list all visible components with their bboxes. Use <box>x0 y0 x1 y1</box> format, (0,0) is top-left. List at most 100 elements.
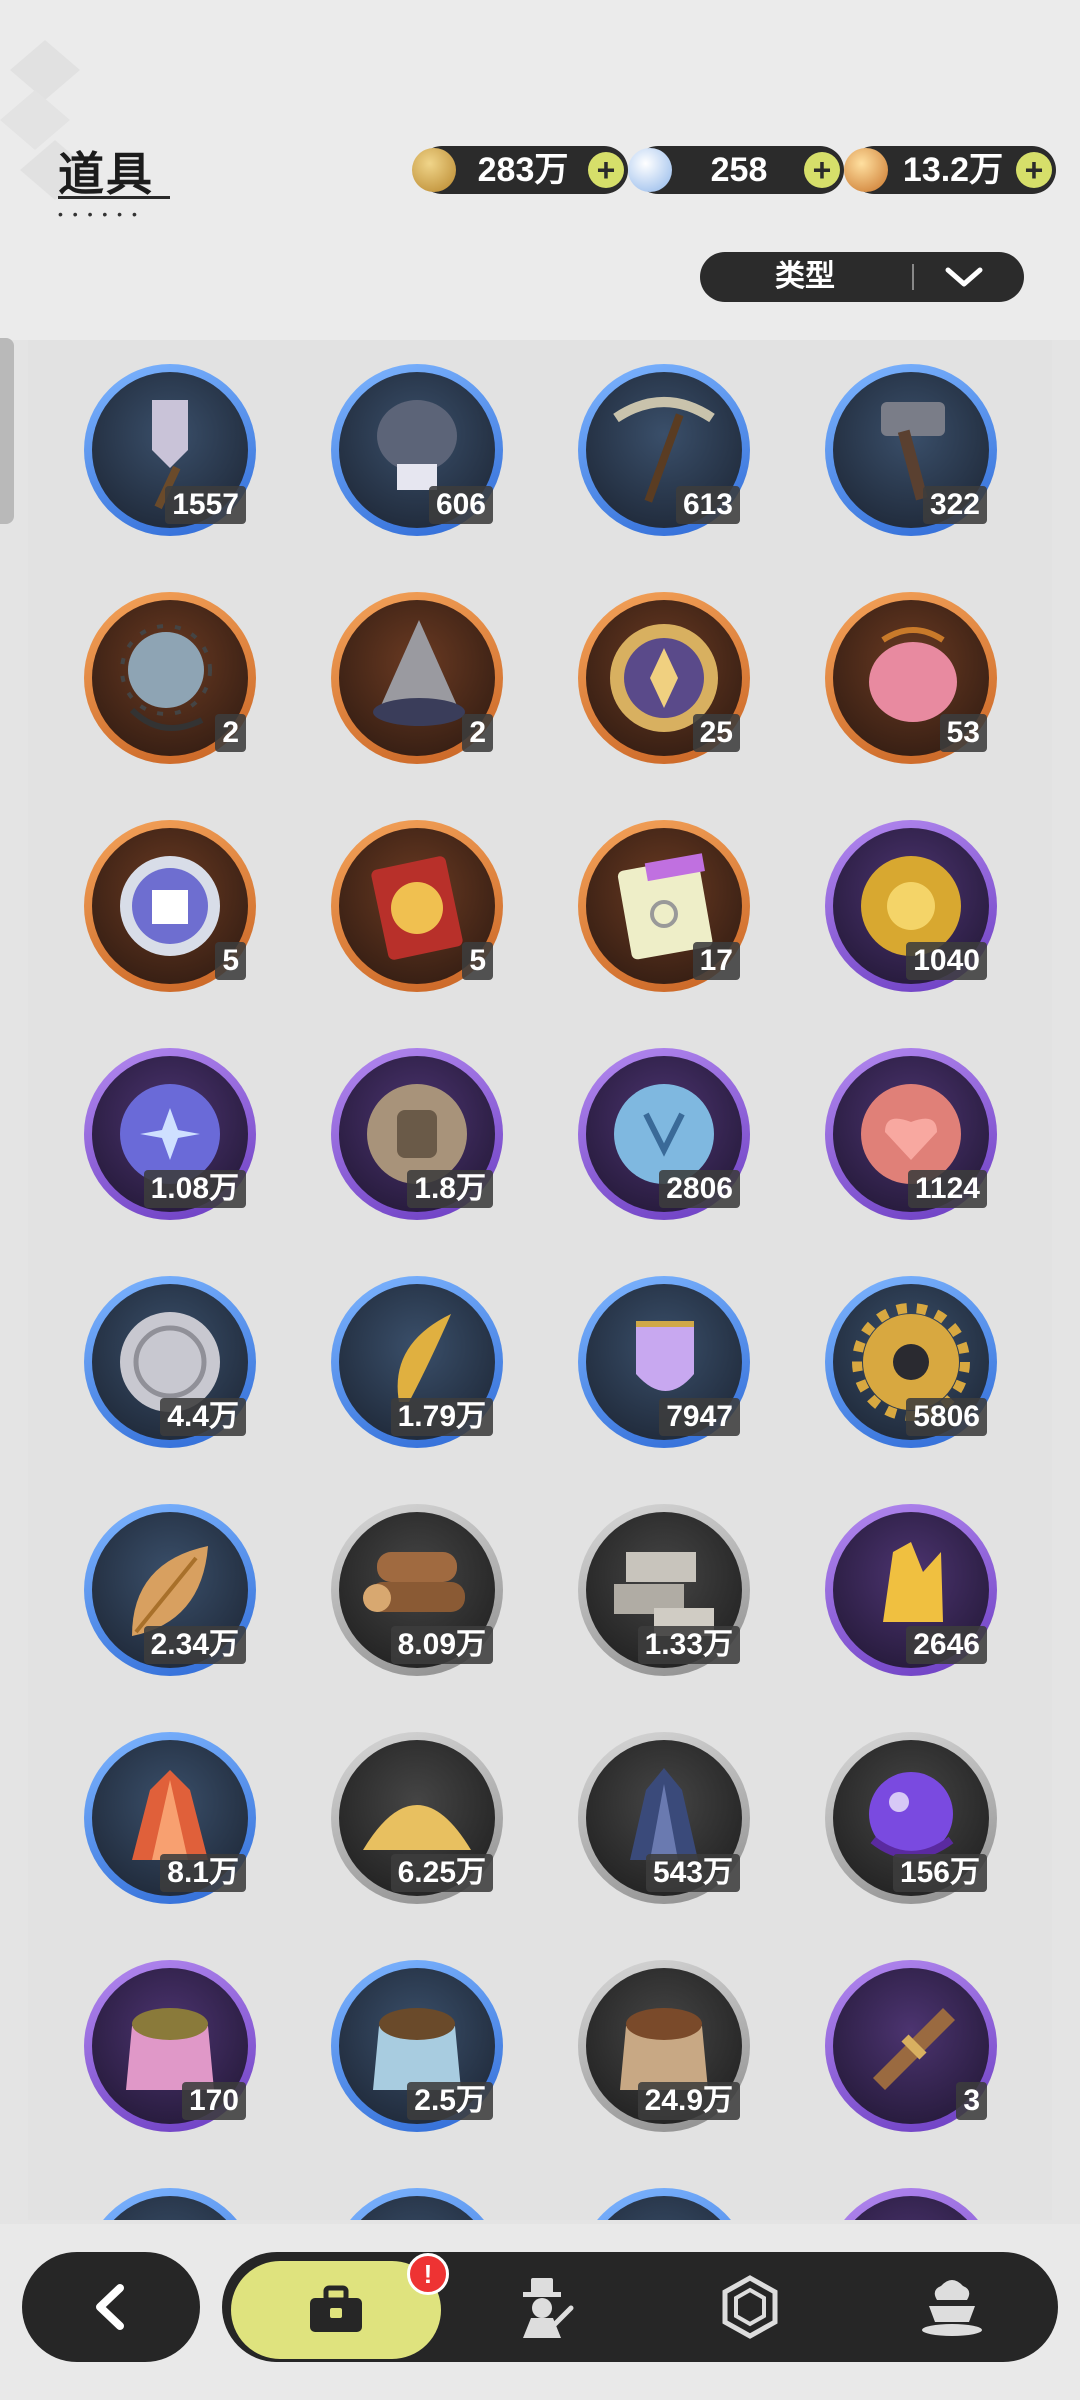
chevron-down-icon <box>945 267 983 287</box>
currency-star-value: 13.2万 <box>902 151 1004 189</box>
item-count: 1.8万 <box>407 1170 493 1208</box>
item-count: 24.9万 <box>637 2082 740 2120</box>
item-count: 156万 <box>892 1854 987 1892</box>
item-count: 5 <box>462 942 493 980</box>
tab-dessert[interactable] <box>852 2252 1052 2362</box>
inventory-item[interactable]: 2.5万 <box>331 1960 503 2132</box>
item-count: 1040 <box>906 942 987 980</box>
inventory-item-partial[interactable] <box>84 2188 256 2220</box>
page-title: 道具 <box>58 148 154 200</box>
inventory-item[interactable]: 606 <box>331 364 503 536</box>
item-count: 170 <box>181 2082 246 2120</box>
inventory-item[interactable]: 1.08万 <box>84 1048 256 1220</box>
inventory-item[interactable]: 7947 <box>578 1276 750 1448</box>
currency-crystal-value: 258 <box>710 151 768 189</box>
item-count: 8.09万 <box>390 1626 493 1664</box>
item-count: 2.34万 <box>143 1626 246 1664</box>
inventory-item[interactable]: 24.9万 <box>578 1960 750 2132</box>
item-count: 5 <box>215 942 246 980</box>
inventory-item[interactable]: 543万 <box>578 1732 750 1904</box>
inventory-item[interactable]: 2646 <box>825 1504 997 1676</box>
item-count: 4.4万 <box>160 1398 246 1436</box>
inventory-item[interactable]: 2.34万 <box>84 1504 256 1676</box>
inventory-item[interactable]: 8.1万 <box>84 1732 256 1904</box>
item-count: 6.25万 <box>390 1854 493 1892</box>
currency-star[interactable]: 13.2万 + <box>844 146 1056 194</box>
star-shard-icon <box>844 148 888 192</box>
inventory-item[interactable]: 613 <box>578 364 750 536</box>
item-count: 606 <box>428 486 493 524</box>
inventory-item[interactable]: 3 <box>825 1960 997 2132</box>
inventory-item[interactable]: 53 <box>825 592 997 764</box>
item-count: 1.08万 <box>143 1170 246 1208</box>
title-underline <box>58 196 170 199</box>
add-gold-button[interactable]: + <box>588 152 624 188</box>
gold-coin-icon <box>412 148 456 192</box>
item-count: 7947 <box>659 1398 740 1436</box>
title-dots: • • • • • • <box>58 206 140 222</box>
inventory-item[interactable]: 156万 <box>825 1732 997 1904</box>
dessert-icon <box>922 2280 982 2336</box>
inventory-item[interactable]: 322 <box>825 364 997 536</box>
inventory-item[interactable]: 1.33万 <box>578 1504 750 1676</box>
item-count: 2806 <box>659 1170 740 1208</box>
item-count: 1.79万 <box>390 1398 493 1436</box>
item-count: 8.1万 <box>160 1854 246 1892</box>
add-star-button[interactable]: + <box>1016 152 1052 188</box>
item-count: 17 <box>692 942 740 980</box>
header-area: 道具 • • • • • • 283万 + 258 + 13.2万 + 类型 <box>0 0 1080 340</box>
inventory-item[interactable]: 2 <box>331 592 503 764</box>
inventory-item[interactable]: 4.4万 <box>84 1276 256 1448</box>
type-filter-label: 类型 <box>775 260 835 293</box>
item-count: 25 <box>692 714 740 752</box>
tab-items[interactable]: ! <box>228 2253 449 2362</box>
inventory-item[interactable]: 1040 <box>825 820 997 992</box>
inventory-item[interactable]: 25 <box>578 592 750 764</box>
inventory-item[interactable]: 1124 <box>825 1048 997 1220</box>
type-filter-dropdown[interactable]: 类型 <box>700 252 1024 302</box>
filter-divider <box>912 264 914 290</box>
item-count: 613 <box>675 486 740 524</box>
inventory-item[interactable]: 5806 <box>825 1276 997 1448</box>
item-count: 5806 <box>906 1398 987 1436</box>
item-count: 2 <box>215 714 246 752</box>
inventory-item-partial[interactable] <box>825 2188 997 2220</box>
item-count: 2 <box>462 714 493 752</box>
inventory-item[interactable]: 17 <box>578 820 750 992</box>
bottom-bar: ! <box>0 2224 1080 2400</box>
inventory-item[interactable]: 5 <box>84 820 256 992</box>
briefcase-icon <box>310 2285 362 2332</box>
item-count: 2646 <box>906 1626 987 1664</box>
crystal-flower-icon <box>628 148 672 192</box>
item-count: 3 <box>956 2082 987 2120</box>
add-crystal-button[interactable]: + <box>804 152 840 188</box>
inventory-item[interactable]: 6.25万 <box>331 1732 503 1904</box>
inventory-item[interactable]: 2 <box>84 592 256 764</box>
alert-badge: ! <box>407 2253 449 2295</box>
tab-costume[interactable] <box>444 2252 644 2362</box>
currency-gold[interactable]: 283万 + <box>412 146 628 194</box>
back-button[interactable] <box>22 2252 200 2362</box>
scroll-handle[interactable] <box>0 338 14 524</box>
item-count: 322 <box>922 486 987 524</box>
item-count: 1124 <box>907 1170 987 1208</box>
hexagon-gem-icon <box>722 2275 778 2339</box>
item-count: 1557 <box>165 486 246 524</box>
inventory-item[interactable]: 170 <box>84 1960 256 2132</box>
item-count: 2.5万 <box>407 2082 493 2120</box>
inventory-item[interactable]: 1.79万 <box>331 1276 503 1448</box>
chevron-left-icon <box>96 2284 124 2330</box>
item-grid: 1557 606 613 322 2 2 25 53 5 5 17 1040 1.08万 1.8万 2806… <box>28 340 1052 2220</box>
currency-gold-value: 283万 <box>477 151 569 189</box>
inventory-item-partial[interactable] <box>578 2188 750 2220</box>
inventory-item[interactable]: 2806 <box>578 1048 750 1220</box>
inventory-item-partial[interactable] <box>331 2188 503 2220</box>
item-count: 1.33万 <box>637 1626 740 1664</box>
inventory-item[interactable]: 1.8万 <box>331 1048 503 1220</box>
tab-gems[interactable] <box>650 2252 850 2362</box>
item-count: 53 <box>939 714 987 752</box>
inventory-item[interactable]: 8.09万 <box>331 1504 503 1676</box>
currency-crystal[interactable]: 258 + <box>628 146 844 194</box>
inventory-item[interactable]: 1557 <box>84 364 256 536</box>
inventory-item[interactable]: 5 <box>331 820 503 992</box>
